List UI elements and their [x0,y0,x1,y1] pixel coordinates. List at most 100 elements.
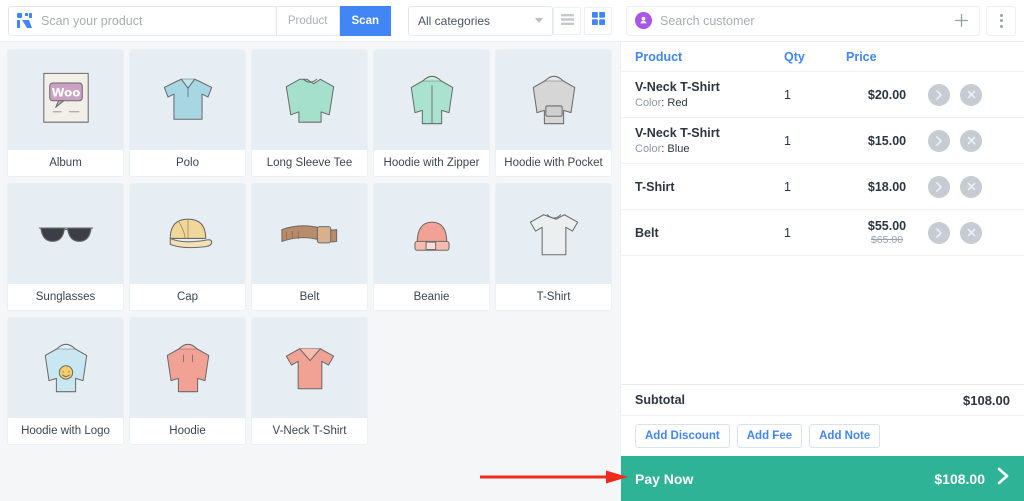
subtotal-row: Subtotal $108.00 [621,384,1024,416]
product-image [130,318,245,418]
cart-col-price: Price [846,49,877,64]
user-avatar-icon [635,12,652,29]
product-tile[interactable]: Hoodie with Zipper [374,50,489,176]
product-name: Beanie [374,284,489,310]
scan-input[interactable] [41,13,268,28]
cart-item-remove-button[interactable] [960,221,982,244]
cart-item-expand-button[interactable] [928,221,950,244]
cart-item-qty[interactable]: 1 [784,180,846,194]
product-tile[interactable]: T-Shirt [496,184,611,310]
product-grid: Woo Album Polo Long Sleeve Tee Hoodie with Z… [8,50,620,444]
chevron-down-icon [535,18,543,23]
product-image [252,184,367,284]
product-name: Polo [130,150,245,176]
cart-item-qty[interactable]: 1 [784,88,846,102]
product-name: Hoodie with Logo [8,418,123,444]
svg-text:Woo: Woo [51,85,80,99]
grid-view-button[interactable] [584,6,612,35]
product-name: Album [8,150,123,176]
cart-row[interactable]: V-Neck T-Shirt Color: Red 1 $20.00 [621,72,1024,118]
pay-now-label: Pay Now [635,470,694,487]
product-name: Long Sleeve Tee [252,150,367,176]
product-tile[interactable]: Cap [130,184,245,310]
cart-item-expand-button[interactable] [928,175,950,198]
cart-item-name: T-Shirt [635,179,675,194]
list-view-button[interactable] [553,6,581,35]
category-select-value: All categories [418,13,491,28]
cart-row[interactable]: Belt 1 $55.00 $65.00 [621,210,1024,256]
add-customer-button[interactable] [951,11,971,31]
cart-item-remove-button[interactable] [960,129,982,152]
cart-item-price: $15.00 [867,133,907,148]
product-image [8,318,123,418]
product-tile[interactable]: Woo Album [8,50,123,176]
customer-search-input[interactable] [660,13,951,28]
product-image [252,50,367,150]
cart-row[interactable]: V-Neck T-Shirt Color: Blue 1 $15.00 [621,118,1024,164]
product-tile[interactable]: Beanie [374,184,489,310]
customer-toolbar [620,0,1024,41]
cart-item-attribute-value: Red [667,97,688,109]
product-tile[interactable]: Polo [130,50,245,176]
product-tile[interactable]: Hoodie with Pocket [496,50,611,176]
cart-item-old-price: $65.00 [870,234,904,246]
scan-mode-button[interactable]: Scan [339,5,391,36]
product-name: Belt [252,284,367,310]
cart-item-remove-button[interactable] [960,175,982,198]
input-mode-toggle: Product Scan [275,5,391,36]
product-image [496,184,611,284]
cart-item-list: V-Neck T-Shirt Color: Red 1 $20.00 V-Neck T-… [621,72,1024,384]
kebab-menu-icon [999,13,1003,17]
cart-item-remove-button[interactable] [960,83,982,106]
product-tile[interactable]: Hoodie [130,318,245,444]
cart-item-name: V-Neck T-Shirt [635,126,720,140]
scan-product-box[interactable] [8,5,277,36]
cart-item-price: $18.00 [867,179,907,194]
product-tile[interactable]: V-Neck T-Shirt [252,318,367,444]
top-toolbar: Product Scan All categories [0,0,1024,42]
cart-item-qty[interactable]: 1 [784,226,846,240]
cart-item-price: $55.00 [867,219,907,233]
add-note-button[interactable]: Add Note [809,424,881,448]
product-image [252,318,367,418]
product-tile[interactable]: Hoodie with Logo [8,318,123,444]
cart-item-price: $20.00 [867,87,907,102]
product-name: V-Neck T-Shirt [252,418,367,444]
cart-row[interactable]: T-Shirt 1 $18.00 [621,164,1024,210]
cart-item-expand-button[interactable] [928,129,950,152]
product-tile[interactable]: Long Sleeve Tee [252,50,367,176]
product-image [8,184,123,284]
cart-item-name: V-Neck T-Shirt [635,80,720,94]
product-image [496,50,611,150]
cart-item-attribute-label: Color [635,97,662,109]
list-view-icon [560,12,574,30]
barcode-scanner-icon [17,13,32,28]
cart-item-name: Belt [635,225,659,240]
product-mode-button[interactable]: Product [275,5,340,36]
cart-col-product: Product [635,49,683,64]
product-image [130,50,245,150]
product-name: Hoodie [130,418,245,444]
cart-panel: Product Qty Price V-Neck T-Shirt Color: R… [620,42,1024,501]
product-name: Cap [130,284,245,310]
cart-item-attribute: Color: Blue [635,143,690,155]
main-body: Woo Album Polo Long Sleeve Tee Hoodie with Z… [0,42,1024,501]
category-select[interactable]: All categories [408,5,553,36]
cart-item-qty[interactable]: 1 [784,134,846,148]
customer-search-box[interactable] [626,5,980,36]
subtotal-label: Subtotal [635,393,685,407]
product-name: Hoodie with Pocket [496,150,611,176]
cart-item-attribute-label: Color [635,143,662,155]
cart-item-attribute-value: Blue [667,143,690,155]
product-image: Woo [8,50,123,150]
add-fee-button[interactable]: Add Fee [736,424,803,448]
cart-header: Product Qty Price [621,42,1024,72]
view-toggle [553,6,612,35]
add-discount-button[interactable]: Add Discount [635,424,730,448]
product-tile[interactable]: Belt [252,184,367,310]
more-options-button[interactable] [986,5,1016,36]
product-tile[interactable]: Sunglasses [8,184,123,310]
pay-now-button[interactable]: Pay Now $108.00 [621,456,1024,501]
product-image [374,184,489,284]
cart-item-expand-button[interactable] [928,83,950,106]
